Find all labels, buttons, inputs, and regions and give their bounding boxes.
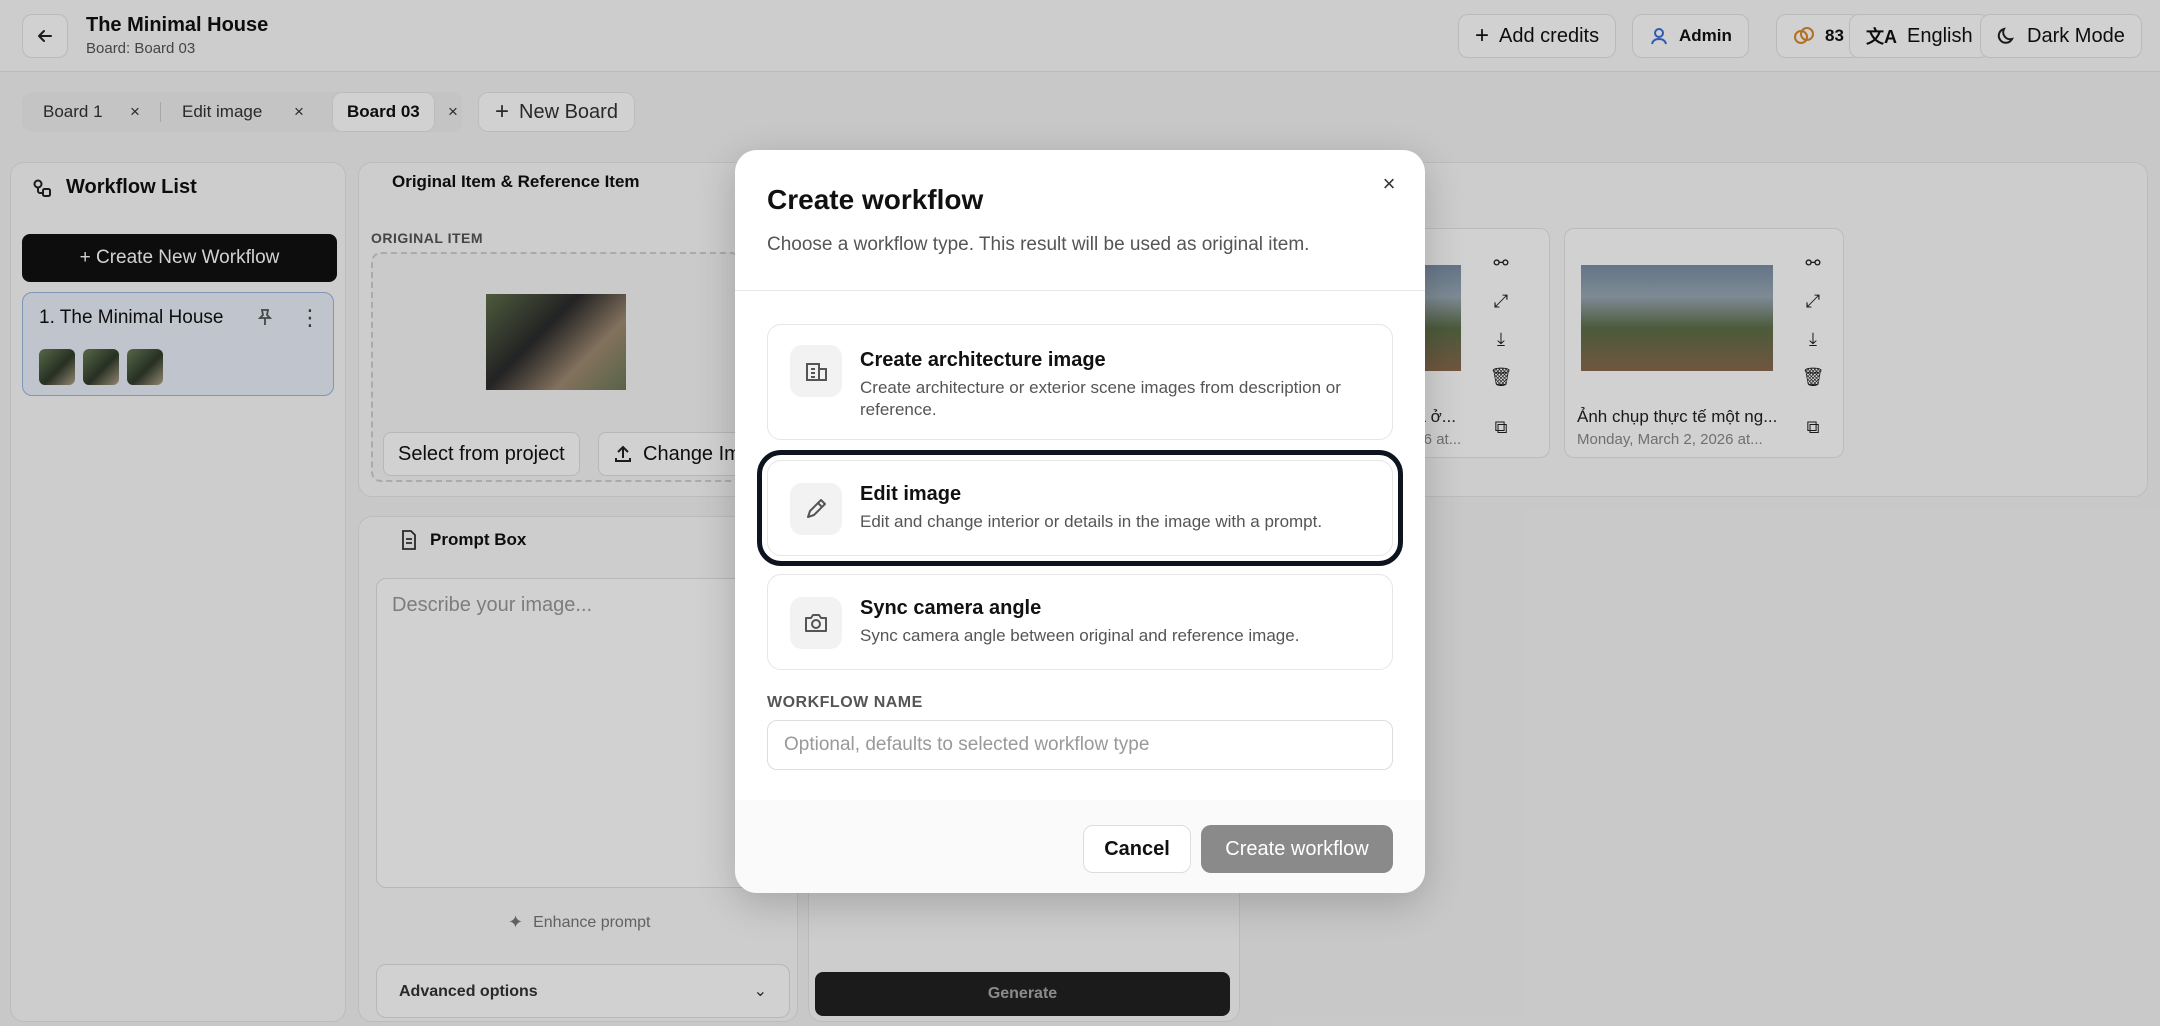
option-title: Edit image — [860, 483, 962, 505]
option-edit-image[interactable]: Edit image Edit and change interior or d… — [757, 450, 1403, 566]
cancel-button[interactable]: Cancel — [1083, 825, 1191, 873]
create-workflow-dialog: Create workflow Choose a workflow type. … — [735, 150, 1425, 893]
dialog-title: Create workflow — [767, 184, 984, 215]
workflow-name-input[interactable] — [767, 720, 1393, 770]
dialog-description: Choose a workflow type. This result will… — [767, 234, 1310, 255]
close-icon[interactable]: × — [1375, 170, 1403, 198]
app: The Minimal House Board: Board 03 + Add … — [0, 0, 2160, 1026]
option-title: Create architecture image — [860, 349, 1106, 371]
create-workflow-button[interactable]: Create workflow — [1201, 825, 1393, 873]
option-description: Edit and change interior or details in t… — [860, 512, 1323, 531]
option-sync-camera-angle[interactable]: Sync camera angle Sync camera angle betw… — [767, 574, 1393, 670]
pencil-icon — [790, 483, 842, 535]
building-icon — [790, 345, 842, 397]
workflow-name-label: WORKFLOW NAME — [767, 694, 923, 711]
option-description: Sync camera angle between original and r… — [860, 626, 1300, 645]
dialog-divider — [735, 290, 1425, 291]
option-create-architecture-image[interactable]: Create architecture image Create archite… — [767, 324, 1393, 440]
camera-icon — [790, 597, 842, 649]
option-description: Create architecture or exterior scene im… — [860, 378, 1341, 419]
option-title: Sync camera angle — [860, 597, 1042, 619]
